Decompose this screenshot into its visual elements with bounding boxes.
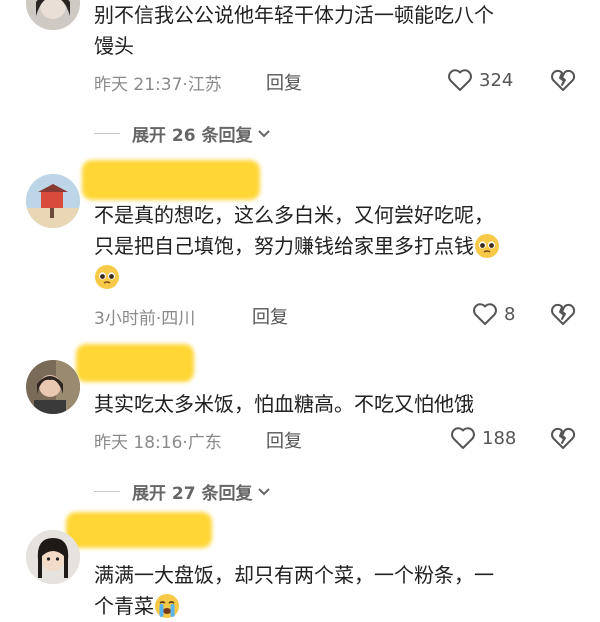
- comment-location: 江苏: [187, 75, 222, 95]
- comment-text-line: 馒头: [94, 34, 134, 58]
- comment-meta: 昨天 21:37·江苏: [94, 70, 222, 95]
- comment-text-line: 其实吃太多米饭，怕血糖高。不吃又怕他饿: [94, 392, 474, 416]
- like-button[interactable]: 324: [447, 68, 513, 92]
- chevron-down-icon: [257, 129, 270, 137]
- like-count: 324: [479, 69, 514, 91]
- comment-text-line: 别不信我公公说他年轻干体力活一顿能吃八个: [94, 3, 494, 27]
- heart-icon: [448, 69, 472, 91]
- pleading-face-emoji-icon: [95, 265, 119, 289]
- comment-text-line: 满满一大盘饭，却只有两个菜，一个粉条，一: [94, 563, 494, 587]
- username-redacted: [66, 512, 212, 548]
- like-count: 188: [482, 427, 517, 449]
- comment-meta: 3小时前·四川: [94, 304, 195, 329]
- loudly-crying-face-emoji-icon: [155, 594, 179, 618]
- reply-button[interactable]: 回复: [266, 69, 302, 95]
- like-button[interactable]: 8: [472, 302, 515, 326]
- comment-text-segment: 个青菜: [94, 594, 154, 618]
- expand-replies-label: 展开 27 条回复: [132, 484, 253, 504]
- broken-heart-icon[interactable]: [550, 68, 576, 92]
- comment-text-line: 不是真的想吃，这么多白米，又何尝好吃呢，: [94, 203, 494, 227]
- heart-icon: [451, 427, 475, 449]
- avatar[interactable]: [26, 0, 80, 30]
- heart-icon: [473, 303, 497, 325]
- comment-meta: 昨天 18:16·广东: [94, 428, 222, 453]
- comment-text-line: 个青菜: [94, 591, 180, 622]
- expand-replies-button[interactable]: 展开 26 条回复: [94, 121, 271, 146]
- avatar[interactable]: [26, 360, 80, 414]
- avatar[interactable]: [26, 530, 80, 584]
- expand-replies-button[interactable]: 展开 27 条回复: [94, 479, 271, 504]
- expand-replies-label: 展开 26 条回复: [132, 126, 253, 146]
- comment-time: 昨天 21:37: [94, 75, 183, 95]
- divider: [94, 133, 120, 134]
- reply-button[interactable]: 回复: [252, 303, 288, 329]
- like-count: 8: [504, 303, 516, 325]
- comment-text-line: [94, 262, 120, 293]
- pleading-face-emoji-icon: [475, 234, 499, 258]
- broken-heart-icon[interactable]: [550, 302, 576, 326]
- username-redacted: [76, 344, 194, 382]
- comment-time: 昨天 18:16: [94, 433, 183, 453]
- like-button[interactable]: 188: [450, 426, 516, 450]
- reply-button[interactable]: 回复: [266, 427, 302, 453]
- username-redacted: [82, 160, 260, 200]
- chevron-down-icon: [257, 487, 270, 495]
- comment-text-line: 只是把自己填饱，努力赚钱给家里多打点钱: [94, 231, 500, 262]
- divider: [94, 491, 120, 492]
- comment-time: 3小时前: [94, 309, 156, 329]
- comment-location: 广东: [187, 433, 222, 453]
- comment-location: 四川: [161, 309, 196, 329]
- comment-text-segment: 只是把自己填饱，努力赚钱给家里多打点钱: [94, 234, 474, 258]
- broken-heart-icon[interactable]: [550, 426, 576, 450]
- avatar[interactable]: [26, 174, 80, 228]
